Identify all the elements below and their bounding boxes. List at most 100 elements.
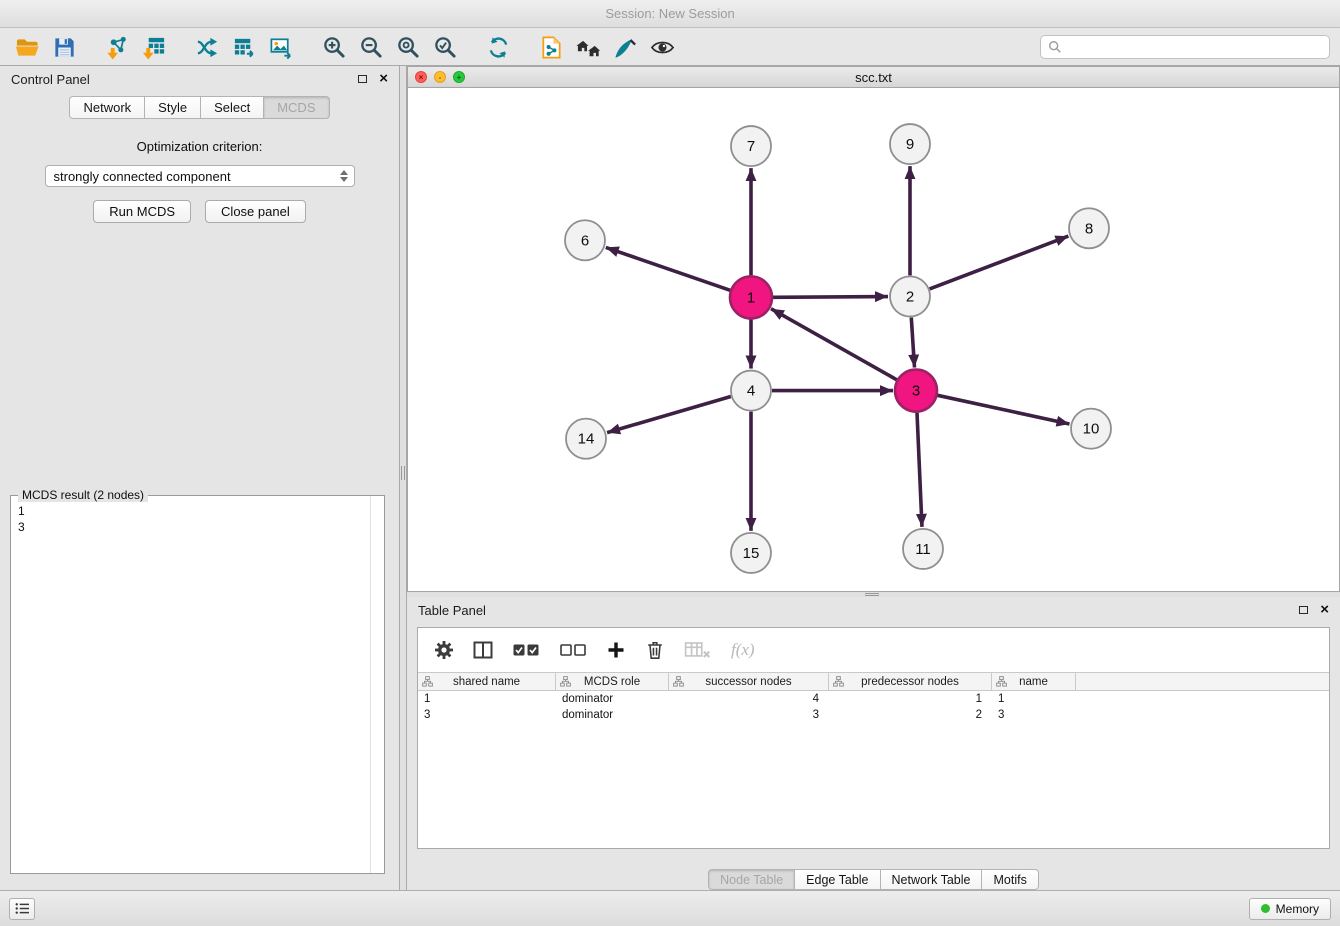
tab-node-table[interactable]: Node Table xyxy=(708,869,795,890)
zoom-in-button[interactable] xyxy=(317,32,351,62)
traffic-lights: × - + xyxy=(415,71,465,83)
apply-style-button[interactable] xyxy=(608,32,642,62)
graph-node-15[interactable]: 15 xyxy=(731,533,771,573)
zoom-in-icon xyxy=(322,35,347,60)
network-file-button[interactable] xyxy=(534,32,568,62)
delete-table-button[interactable] xyxy=(684,640,712,660)
application-window: Session: New Session xyxy=(0,0,1340,926)
memory-status-icon xyxy=(1261,904,1270,913)
graph-node-14[interactable]: 14 xyxy=(566,419,606,459)
window-close-icon[interactable]: × xyxy=(415,71,427,83)
tab-edge-table[interactable]: Edge Table xyxy=(795,869,880,890)
graph-node-11[interactable]: 11 xyxy=(903,529,943,569)
export-table-button[interactable] xyxy=(227,32,261,62)
main-toolbar xyxy=(0,29,1340,66)
graph-node-9[interactable]: 9 xyxy=(890,124,930,164)
title-bar[interactable]: Session: New Session xyxy=(0,0,1340,28)
graph-edge-3-1[interactable] xyxy=(771,309,897,380)
result-line: 1 xyxy=(18,503,377,519)
hierarchy-icon xyxy=(673,676,684,687)
function-builder-button[interactable]: f(x) xyxy=(731,640,755,660)
column-header-shared-name[interactable]: shared name xyxy=(418,673,556,690)
mcds-buttons-row: Run MCDS Close panel xyxy=(0,200,399,223)
network-canvas[interactable]: 7 9 6 8 1 2 4 3 14 10 15 11 xyxy=(407,88,1340,592)
panel-list-button[interactable] xyxy=(9,898,35,920)
graph-edge-2-3[interactable] xyxy=(911,317,914,367)
mcds-result-box[interactable]: MCDS result (2 nodes) 13 xyxy=(10,495,385,874)
show-hide-button[interactable] xyxy=(645,32,679,62)
svg-text:15: 15 xyxy=(743,545,760,562)
graph-edge-1-6[interactable] xyxy=(606,247,730,290)
export-image-button[interactable] xyxy=(264,32,298,62)
criterion-dropdown[interactable]: strongly connected component xyxy=(45,165,355,187)
deselect-all-button[interactable] xyxy=(559,640,587,660)
window-zoom-icon[interactable]: + xyxy=(453,71,465,83)
table-cell: 3 xyxy=(992,709,1076,721)
graph-edge-3-10[interactable] xyxy=(938,395,1070,424)
node-table: f(x) shared nameMCDS rolesuccessor nodes… xyxy=(417,627,1330,849)
column-header-successor-nodes[interactable]: successor nodes xyxy=(669,673,829,690)
column-header-name[interactable]: name xyxy=(992,673,1076,690)
graph-edge-4-14[interactable] xyxy=(607,397,731,433)
tab-mcds[interactable]: MCDS xyxy=(264,96,329,119)
table-settings-button[interactable] xyxy=(434,640,454,660)
float-panel-icon[interactable] xyxy=(1299,606,1308,614)
graph-edge-3-11[interactable] xyxy=(917,413,922,527)
graph-node-3[interactable]: 3 xyxy=(895,370,937,412)
search-input[interactable] xyxy=(1067,40,1322,55)
table-row[interactable]: 1dominator411 xyxy=(418,691,1329,707)
import-table-button[interactable] xyxy=(137,32,171,62)
float-panel-icon[interactable] xyxy=(358,75,367,83)
graph-node-1[interactable]: 1 xyxy=(730,276,772,318)
tab-select[interactable]: Select xyxy=(201,96,264,119)
unchecked-boxes-icon xyxy=(559,640,587,660)
import-table-icon xyxy=(142,35,167,60)
close-panel-icon[interactable]: × xyxy=(379,73,388,85)
tab-network-table[interactable]: Network Table xyxy=(881,869,983,890)
memory-label: Memory xyxy=(1276,902,1319,916)
add-column-button[interactable] xyxy=(606,640,626,660)
close-panel-button[interactable]: Close panel xyxy=(205,200,306,223)
open-session-button[interactable] xyxy=(10,32,44,62)
zoom-selected-button[interactable] xyxy=(428,32,462,62)
save-session-button[interactable] xyxy=(47,32,81,62)
table-cell: 1 xyxy=(418,693,556,705)
graph-edge-1-2[interactable] xyxy=(773,297,888,298)
graph-node-2[interactable]: 2 xyxy=(890,276,930,316)
graph-node-6[interactable]: 6 xyxy=(565,220,605,260)
window-minimize-icon[interactable]: - xyxy=(434,71,446,83)
tab-motifs[interactable]: Motifs xyxy=(982,869,1038,890)
column-header-mcds-role[interactable]: MCDS role xyxy=(556,673,669,690)
svg-text:8: 8 xyxy=(1085,220,1093,237)
svg-text:3: 3 xyxy=(912,383,920,400)
close-panel-icon[interactable]: × xyxy=(1320,604,1329,616)
table-panel-tabs: Node TableEdge TableNetwork TableMotifs xyxy=(407,869,1340,890)
run-mcds-button[interactable]: Run MCDS xyxy=(93,200,191,223)
table-cell: 1 xyxy=(829,693,992,705)
vertical-splitter[interactable] xyxy=(400,66,407,890)
column-header-predecessor-nodes[interactable]: predecessor nodes xyxy=(829,673,992,690)
graph-node-8[interactable]: 8 xyxy=(1069,208,1109,248)
graph-edge-2-8[interactable] xyxy=(930,236,1069,289)
svg-text:4: 4 xyxy=(747,383,755,400)
graph-node-10[interactable]: 10 xyxy=(1071,409,1111,449)
show-columns-button[interactable] xyxy=(473,640,493,660)
tab-network[interactable]: Network xyxy=(69,96,145,119)
new-network-button[interactable] xyxy=(190,32,224,62)
select-all-button[interactable] xyxy=(512,640,540,660)
network-window-titlebar[interactable]: scc.txt × - + xyxy=(407,66,1340,88)
graph-node-4[interactable]: 4 xyxy=(731,371,771,411)
first-neighbors-button[interactable] xyxy=(571,32,605,62)
eye-icon xyxy=(650,35,675,60)
import-network-button[interactable] xyxy=(100,32,134,62)
tab-style[interactable]: Style xyxy=(145,96,201,119)
delete-column-button[interactable] xyxy=(645,640,665,660)
zoom-out-button[interactable] xyxy=(354,32,388,62)
apply-layout-button[interactable] xyxy=(481,32,515,62)
table-cell: 4 xyxy=(669,693,829,705)
memory-button[interactable]: Memory xyxy=(1249,898,1331,920)
zoom-fit-button[interactable] xyxy=(391,32,425,62)
table-row[interactable]: 3dominator323 xyxy=(418,707,1329,723)
result-scrollbar[interactable] xyxy=(370,496,371,873)
graph-node-7[interactable]: 7 xyxy=(731,126,771,166)
